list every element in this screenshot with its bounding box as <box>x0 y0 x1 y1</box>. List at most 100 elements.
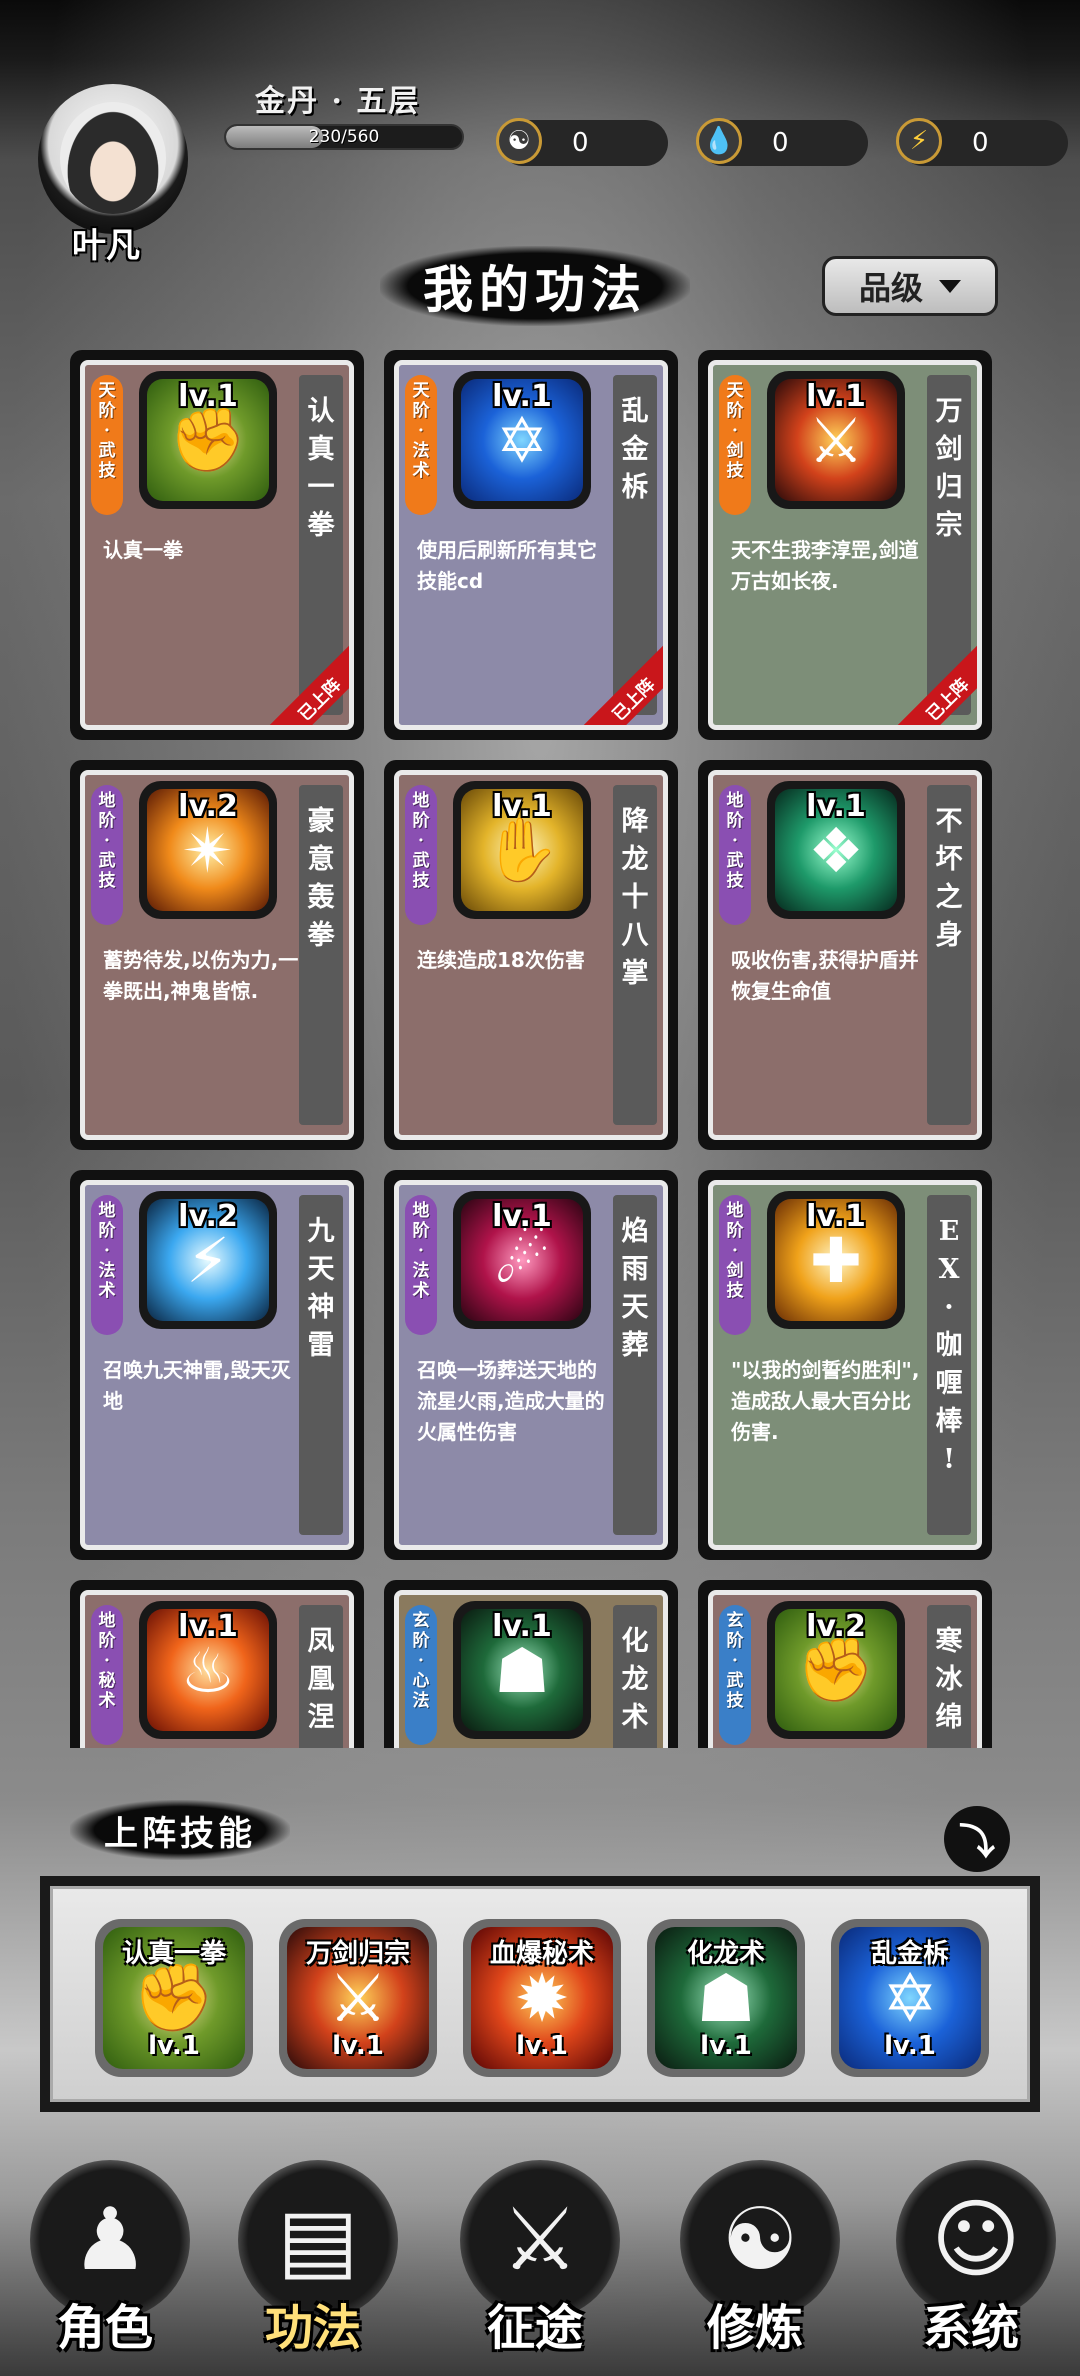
nav-item-3[interactable]: ☯ 修炼 <box>660 2140 850 2376</box>
nav-item-0[interactable]: ♟ 角色 <box>10 2140 200 2376</box>
skill-card[interactable]: 天阶 · 武技认真一拳 ✊ lv.1 认真一拳 已上阵 <box>70 350 364 740</box>
game-screen: 叶凡 金丹 · 五层 230/560 ☯ 0 💧 0 ⚡ 0 我的功法 品级 天… <box>0 0 1080 2376</box>
grade-char: · <box>732 1651 738 1671</box>
skill-description: 吸收伤害,获得护盾并恢复生命值 <box>731 948 919 1003</box>
grade-char: 地 <box>98 1201 116 1221</box>
skill-card[interactable]: 天阶 · 剑技万剑归宗 ⚔ lv.1 天不生我李淳罡,剑道万古如长夜. 已上阵 <box>698 350 992 740</box>
nav-label: 角色 <box>56 2300 153 2356</box>
skill-name-char: 坏 <box>935 844 963 875</box>
grade-badge: 地阶 · 武技 <box>91 785 123 925</box>
nav-item-2[interactable]: ⚔ 征途 <box>440 2140 630 2376</box>
skill-name: 凤凰涅 <box>299 1605 343 1748</box>
meteor-rain-icon: ☄ lv.1 <box>461 1199 583 1321</box>
skill-card-body: 地阶 · 武技 不坏之身 ❖ lv.1 吸收伤害,获得护盾并恢复生命值 <box>708 770 982 1140</box>
grade-char: 法 <box>98 1261 116 1281</box>
grade-char: 阶 <box>726 1631 744 1651</box>
grade-char: 阶 <box>412 1221 430 1241</box>
grade-char: · <box>732 1241 738 1261</box>
skill-icon-frame: ♨ lv.1 <box>139 1601 277 1739</box>
equipped-skills-tray: ✊ 认真一拳 lv.1 ⚔ 万剑归宗 lv.1 ✹ 血爆秘术 lv.1 ☗ 化龙术 lv.1 ✡ 乱金柝 l… <box>50 1886 1030 2102</box>
arrow-down-icon[interactable]: ⤵ <box>944 1806 1010 1872</box>
hooded-figure-icon: ♟ <box>71 2190 149 2290</box>
grade-char: · <box>418 421 424 441</box>
skill-name: 九天神雷 <box>299 1195 343 1535</box>
equipped-skill-slot[interactable]: ✡ 乱金柝 lv.1 <box>831 1919 989 2077</box>
hexagram-icon: ✡ lv.1 <box>461 379 583 501</box>
grade-char: 地 <box>412 791 430 811</box>
skill-card[interactable]: 天阶 · 法术乱金柝 ✡ lv.1 使用后刷新所有其它技能cd 已上阵 <box>384 350 678 740</box>
skill-card-body: 玄阶 · 武技 寒冰绵 ✊ lv.2 <box>708 1590 982 1748</box>
sort-dropdown[interactable]: 品级 <box>822 256 998 316</box>
grade-char: 术 <box>98 1281 116 1301</box>
skill-name-char: 九 <box>307 1216 335 1247</box>
skill-level: lv.2 <box>178 1199 238 1234</box>
skill-card-body: 地阶 · 法术 九天神雷 ⚡ lv.2 召唤九天神雷,毁天灭地 <box>80 1180 354 1550</box>
skill-name-char: 棒 <box>935 1406 963 1437</box>
skill-icon-frame: ✋ lv.1 <box>453 781 591 919</box>
grade-char: 阶 <box>98 811 116 831</box>
fist-icon: ✊ 认真一拳 lv.1 <box>103 1927 245 2069</box>
nav-item-4[interactable]: ☺ 系统 <box>876 2140 1066 2376</box>
grade-char: 地 <box>726 1201 744 1221</box>
skill-description: 认真一拳 <box>103 538 183 562</box>
equipped-skill-slot[interactable]: ☗ 化龙术 lv.1 <box>647 1919 805 2077</box>
equipped-skill-slot[interactable]: ✊ 认真一拳 lv.1 <box>95 1919 253 2077</box>
skill-card[interactable]: 地阶 · 武技 降龙十八掌 ✋ lv.1 连续造成18次伤害 <box>384 760 678 1150</box>
equipped-skill-slot[interactable]: ⚔ 万剑归宗 lv.1 <box>279 1919 437 2077</box>
grade-char: 技 <box>412 871 430 891</box>
grade-char: 法 <box>412 1691 430 1711</box>
skill-level: lv.1 <box>806 1199 866 1234</box>
skill-card[interactable]: 地阶 · 法术 焰雨天葬 ☄ lv.1 召唤一场葬送天地的流星火雨,造成大量的火属性伤害 <box>384 1170 678 1560</box>
grade-char: 阶 <box>98 1631 116 1651</box>
skill-icon-frame: ✴ lv.2 <box>139 781 277 919</box>
grade-char: 武 <box>98 441 116 461</box>
skill-name: 化龙术 <box>613 1605 657 1748</box>
skill-name-char: 化 <box>621 1626 649 1657</box>
skill-name-char: 豪 <box>307 806 335 837</box>
skill-name-char: 宗 <box>935 510 963 541</box>
currency-water[interactable]: 💧 0 <box>696 118 868 166</box>
meditation-icon: ☯ <box>721 2190 799 2290</box>
skill-card[interactable]: 地阶 · 武技 不坏之身 ❖ lv.1 吸收伤害,获得护盾并恢复生命值 <box>698 760 992 1150</box>
currency-energy[interactable]: ⚡ 0 <box>896 118 1068 166</box>
skill-icon-frame: ✡ lv.1 <box>453 371 591 509</box>
skill-name: 降龙十八掌 <box>613 785 657 1125</box>
nav-item-1[interactable]: ▤ 功法 <box>218 2140 408 2376</box>
grade-char: 剑 <box>726 1261 744 1281</box>
skill-name-char: 柝 <box>621 472 649 503</box>
sword-rain-icon: ⚔ lv.1 <box>775 379 897 501</box>
skill-name: 不坏之身 <box>927 785 971 1125</box>
skill-card[interactable]: 地阶 · 秘术 凤凰涅 ♨ lv.1 <box>70 1580 364 1748</box>
skill-name-char: 涅 <box>307 1702 335 1733</box>
chevron-down-icon <box>939 279 961 293</box>
hooded-warrior-icon: ☗ 化龙术 lv.1 <box>655 1927 797 2069</box>
skill-card[interactable]: 地阶 · 武技 豪意轰拳 ✴ lv.2 蓄势待发,以伤为力,一拳既出,神鬼皆惊. <box>70 760 364 1150</box>
skill-name-char: 焰 <box>621 1216 649 1247</box>
currency-yin-yang[interactable]: ☯ 0 <box>496 118 668 166</box>
skill-card[interactable]: 玄阶 · 武技 寒冰绵 ✊ lv.2 <box>698 1580 992 1748</box>
slot-skill-name: 化龙术 <box>686 1939 765 1969</box>
skill-name-char: 凰 <box>307 1664 335 1695</box>
skill-description: 天不生我李淳罡,剑道万古如长夜. <box>731 538 919 593</box>
skill-card[interactable]: 地阶 · 剑技 E X · 咖喱棒! ✚ lv.1 "以我的剑誓约胜利",造成敌人最大百分比伤害. <box>698 1170 992 1560</box>
skill-name-char: E <box>938 1216 960 1247</box>
skill-name-char: 认 <box>307 396 335 427</box>
skill-description: "以我的剑誓约胜利",造成敌人最大百分比伤害. <box>731 1358 920 1444</box>
skill-name-char: 冰 <box>935 1664 963 1695</box>
grade-char: 术 <box>98 1691 116 1711</box>
skill-grid[interactable]: 天阶 · 武技认真一拳 ✊ lv.1 认真一拳 已上阵天阶 · 法术乱金柝 ✡ lv.1 使用后刷新所… <box>70 350 1000 1748</box>
skill-card-body: 地阶 · 武技 降龙十八掌 ✋ lv.1 连续造成18次伤害 <box>394 770 668 1140</box>
slot-skill-name: 万剑归宗 <box>305 1939 410 1969</box>
grade-char: 地 <box>412 1201 430 1221</box>
grade-badge: 地阶 · 剑技 <box>719 1195 751 1335</box>
player-avatar[interactable] <box>38 84 188 234</box>
equipped-skill-slot[interactable]: ✹ 血爆秘术 lv.1 <box>463 1919 621 2077</box>
skill-card[interactable]: 玄阶 · 心法 化龙术 ☗ lv.1 <box>384 1580 678 1748</box>
grade-char: 法 <box>412 1261 430 1281</box>
skill-card[interactable]: 地阶 · 法术 九天神雷 ⚡ lv.2 召唤九天神雷,毁天灭地 <box>70 1170 364 1560</box>
grade-char: · <box>104 1651 110 1671</box>
skill-description: 召唤一场葬送天地的流星火雨,造成大量的火属性伤害 <box>417 1358 605 1444</box>
grade-char: 玄 <box>412 1611 430 1631</box>
skill-icon-frame: ❖ lv.1 <box>767 781 905 919</box>
exp-text: 230/560 <box>308 127 380 147</box>
